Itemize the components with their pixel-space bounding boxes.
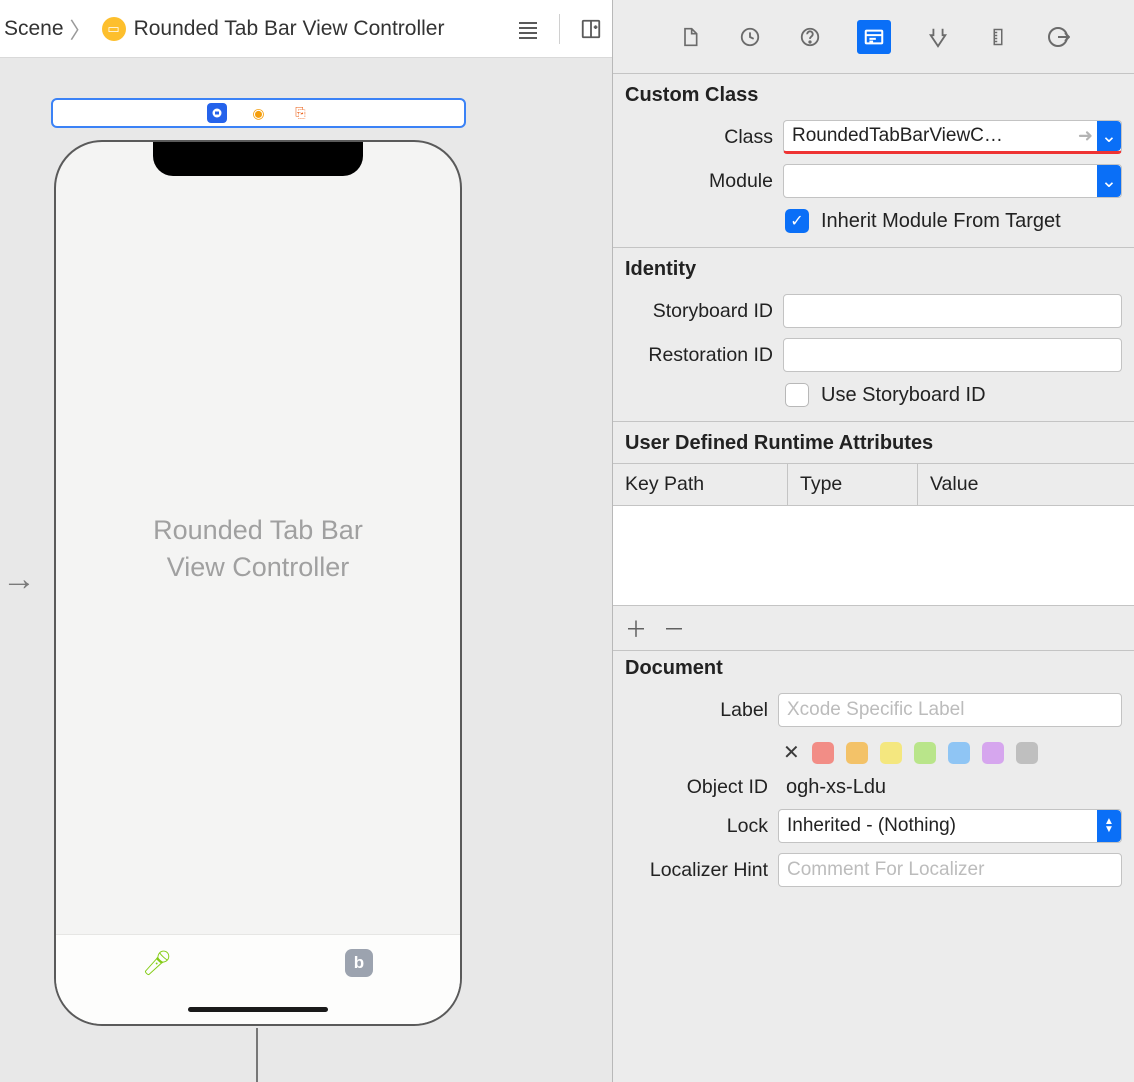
restoration-id-label: Restoration ID xyxy=(613,344,773,367)
connections-inspector-tab-icon[interactable] xyxy=(1045,24,1071,50)
identity-section: Identity Storyboard ID Restoration ID Us… xyxy=(613,248,1134,422)
first-responder-icon[interactable]: ◉ xyxy=(249,103,269,123)
mic-icon: 🎤︎ xyxy=(142,949,172,978)
history-inspector-tab-icon[interactable] xyxy=(737,24,763,50)
doc-label-input[interactable]: Xcode Specific Label xyxy=(778,693,1122,727)
class-label: Class xyxy=(613,126,773,149)
breadcrumb-scene[interactable]: Scene xyxy=(4,17,64,41)
controller-icon: ▭ xyxy=(102,17,126,41)
add-editor-icon[interactable] xyxy=(576,14,606,44)
document-section: Document Label Xcode Specific Label ✕ Ob… xyxy=(613,651,1134,906)
swatch-blue[interactable] xyxy=(948,742,970,764)
clear-color-icon[interactable]: ✕ xyxy=(783,740,800,765)
initial-vc-arrow-icon[interactable]: → xyxy=(2,560,36,599)
inherit-module-label: Inherit Module From Target xyxy=(821,210,1061,233)
nav-arrow-icon[interactable]: ➜ xyxy=(1078,126,1093,147)
controller-selected-icon[interactable] xyxy=(207,103,227,123)
object-id-label: Object ID xyxy=(613,776,768,799)
inspector-panel: Custom Class Class RoundedTabBarViewC… ➜… xyxy=(613,0,1134,1082)
stepper-icon[interactable]: ▲▼ xyxy=(1097,810,1121,842)
attributes-inspector-tab-icon[interactable] xyxy=(925,24,951,50)
lock-select[interactable]: Inherited - (Nothing) ▲▼ xyxy=(778,809,1122,843)
restoration-id-input[interactable] xyxy=(783,338,1122,372)
localizer-hint-input[interactable]: Comment For Localizer xyxy=(778,853,1122,887)
runtime-title: User Defined Runtime Attributes xyxy=(613,422,1134,463)
use-storyboard-id-checkbox[interactable] xyxy=(785,383,809,407)
runtime-body[interactable] xyxy=(613,506,1134,606)
identity-title: Identity xyxy=(613,254,1134,289)
col-type[interactable]: Type xyxy=(788,464,918,505)
device-notch xyxy=(153,142,363,176)
file-inspector-tab-icon[interactable] xyxy=(677,24,703,50)
home-indicator xyxy=(188,1007,328,1012)
breadcrumb-controller[interactable]: Rounded Tab Bar View Controller xyxy=(134,17,445,41)
tab-item-mic[interactable]: 🎤︎ xyxy=(56,949,258,978)
col-value[interactable]: Value xyxy=(918,464,1134,505)
module-label: Module xyxy=(613,170,773,193)
module-field[interactable]: ⌄ xyxy=(783,164,1122,198)
chevron-right-icon: 〉 xyxy=(70,13,92,45)
doc-label-label: Label xyxy=(613,699,768,722)
help-inspector-tab-icon[interactable] xyxy=(797,24,823,50)
canvas-top-bar: Scene 〉 ▭ Rounded Tab Bar View Controlle… xyxy=(0,0,612,58)
runtime-attributes-section: User Defined Runtime Attributes Key Path… xyxy=(613,422,1134,651)
document-title: Document xyxy=(613,653,1134,688)
chevron-down-icon[interactable]: ⌄ xyxy=(1097,121,1121,151)
swatch-green[interactable] xyxy=(914,742,936,764)
storyboard-id-input[interactable] xyxy=(783,294,1122,328)
exit-icon[interactable]: ⎘ xyxy=(291,103,311,123)
swatch-purple[interactable] xyxy=(982,742,1004,764)
scene-connector xyxy=(256,1028,258,1082)
swatch-gray[interactable] xyxy=(1016,742,1038,764)
size-inspector-tab-icon[interactable] xyxy=(985,24,1011,50)
use-storyboard-id-label: Use Storyboard ID xyxy=(821,384,986,407)
runtime-footer: ＋ － xyxy=(613,606,1134,651)
controller-placeholder-label: Rounded Tab Bar View Controller xyxy=(56,512,460,585)
localizer-hint-label: Localizer Hint xyxy=(613,859,768,882)
add-attribute-button[interactable]: ＋ xyxy=(625,612,647,644)
identity-inspector-tab-icon[interactable] xyxy=(857,20,891,54)
chevron-down-icon[interactable]: ⌄ xyxy=(1097,165,1121,197)
canvas-toolbar-right xyxy=(513,14,606,44)
label-color-row: ✕ xyxy=(613,732,1134,771)
swatch-yellow[interactable] xyxy=(880,742,902,764)
runtime-header: Key Path Type Value xyxy=(613,463,1134,506)
canvas-area[interactable]: Scene 〉 ▭ Rounded Tab Bar View Controlle… xyxy=(0,0,613,1082)
outline-view-icon[interactable] xyxy=(513,14,543,44)
inspector-tabs xyxy=(613,0,1134,74)
tab-item-b[interactable]: b xyxy=(258,949,460,977)
swatch-orange[interactable] xyxy=(846,742,868,764)
custom-class-title: Custom Class xyxy=(613,80,1134,115)
custom-class-section: Custom Class Class RoundedTabBarViewC… ➜… xyxy=(613,74,1134,248)
storyboard-id-label: Storyboard ID xyxy=(613,300,773,323)
lock-label: Lock xyxy=(613,815,768,838)
swatch-red[interactable] xyxy=(812,742,834,764)
device-frame[interactable]: Rounded Tab Bar View Controller 🎤︎ b xyxy=(54,140,462,1026)
class-field[interactable]: RoundedTabBarViewC… ➜ ⌄ xyxy=(783,120,1122,154)
col-keypath[interactable]: Key Path xyxy=(613,464,788,505)
scene-selection-bar[interactable]: ◉ ⎘ xyxy=(51,98,466,128)
object-id-value: ogh-xs-Ldu xyxy=(778,776,886,799)
divider xyxy=(559,14,560,44)
remove-attribute-button[interactable]: － xyxy=(663,612,685,644)
inherit-module-checkbox[interactable]: ✓ xyxy=(785,209,809,233)
b-icon: b xyxy=(345,949,373,977)
